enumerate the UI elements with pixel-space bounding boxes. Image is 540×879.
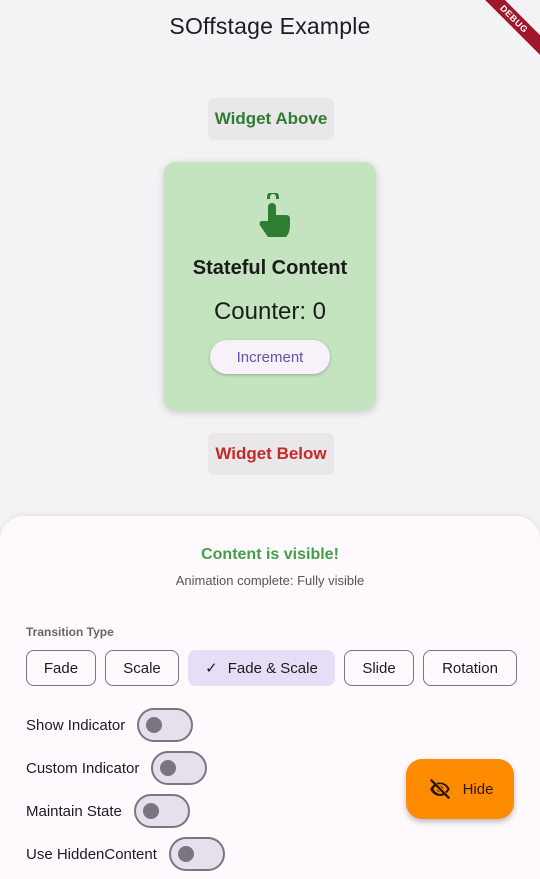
increment-button[interactable]: Increment <box>210 340 330 374</box>
counter-text: Counter: 0 <box>213 298 327 325</box>
hide-button-label: Hide <box>462 780 494 798</box>
switch-knob <box>160 760 177 776</box>
widget-above: Widget Above <box>208 98 334 140</box>
toggle-label: Custom Indicator <box>26 759 140 777</box>
chip-label: Fade <box>43 659 79 677</box>
chip-fade[interactable]: Fade <box>26 650 96 686</box>
switch-knob <box>177 846 194 862</box>
stateful-content-card: Stateful Content Counter: 0 Increment <box>164 162 376 410</box>
toggle-label: Show Indicator <box>26 716 126 734</box>
chip-label: Rotation <box>442 659 498 677</box>
toggle-label: Maintain State <box>26 802 122 820</box>
chip-label: Scale <box>123 659 161 677</box>
app-bar: SOffstage Example <box>0 0 540 52</box>
custom-indicator-switch[interactable] <box>151 751 208 785</box>
check-icon: ✓ <box>205 660 218 677</box>
switch-knob <box>142 803 159 819</box>
card-title: Stateful Content <box>192 257 348 279</box>
visibility-off-icon <box>429 779 450 799</box>
chip-label: Fade & Scale <box>227 659 318 677</box>
toggle-row-custom-indicator: Custom Indicator <box>26 751 208 785</box>
controls-panel: Content is visible! Animation complete: … <box>0 516 540 879</box>
widget-below: Widget Below <box>208 433 334 475</box>
hide-button[interactable]: Hide <box>406 759 514 819</box>
chip-scale[interactable]: Scale <box>105 650 179 686</box>
transition-chip-group: Fade Scale ✓ Fade & Scale Slide Rotation <box>26 650 517 686</box>
transition-type-label: Transition Type <box>26 625 114 639</box>
touch-app-icon <box>259 193 290 237</box>
chip-fade-and-scale[interactable]: ✓ Fade & Scale <box>188 650 335 686</box>
toggle-row-use-hidden-content: Use HiddenContent <box>26 837 225 871</box>
toggle-label: Use HiddenContent <box>26 845 157 863</box>
status-subtitle: Animation complete: Fully visible <box>175 573 365 588</box>
toggle-row-show-indicator: Show Indicator <box>26 708 194 742</box>
use-hidden-content-switch[interactable] <box>168 837 225 871</box>
maintain-state-switch[interactable] <box>133 794 190 828</box>
chip-rotation[interactable]: Rotation <box>423 650 517 686</box>
toggle-row-maintain-state: Maintain State <box>26 794 190 828</box>
switch-knob <box>146 717 163 733</box>
page-title: SOffstage Example <box>169 12 371 39</box>
chip-label: Slide <box>362 659 396 677</box>
show-indicator-switch[interactable] <box>137 708 194 742</box>
chip-slide[interactable]: Slide <box>344 650 414 686</box>
status-title: Content is visible! <box>201 546 339 563</box>
